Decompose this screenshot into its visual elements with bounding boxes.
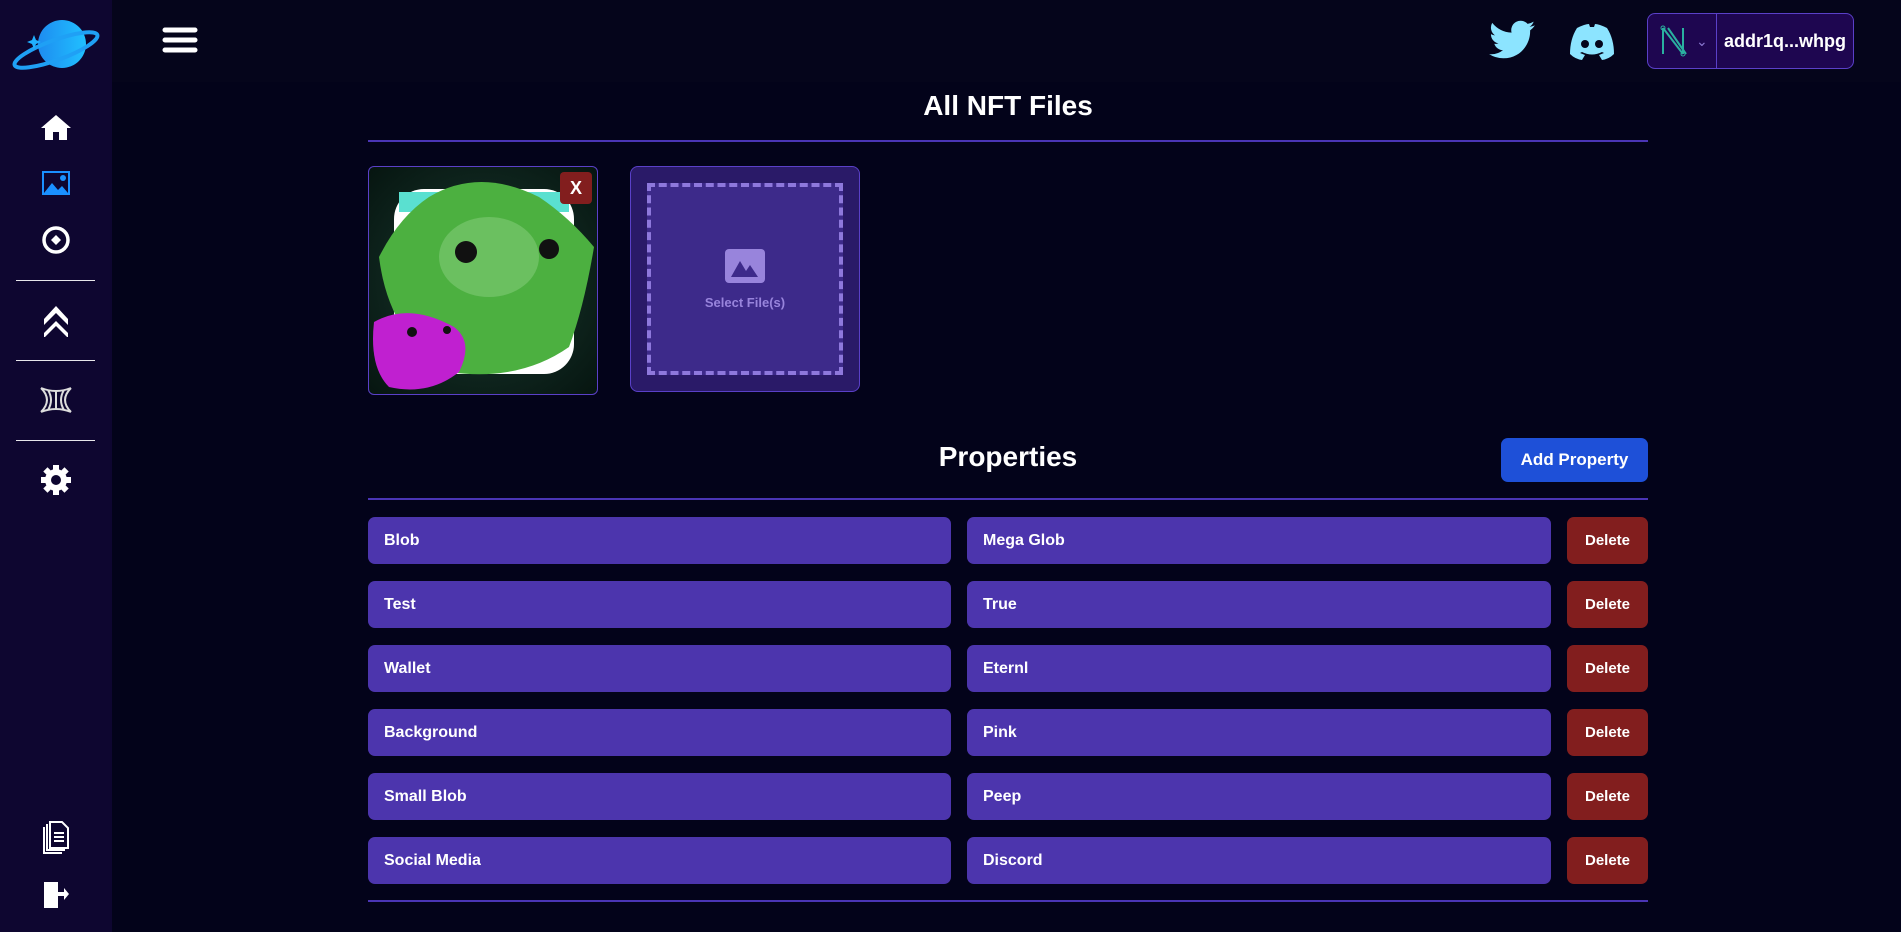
property-value-input[interactable]: True [967, 581, 1551, 628]
property-key-input[interactable]: Small Blob [368, 773, 951, 820]
sidebar-divider [16, 360, 95, 361]
wallet-selector[interactable]: ⌄ [1648, 14, 1717, 68]
delete-property-button[interactable]: Delete [1567, 709, 1648, 756]
sidebar [0, 0, 112, 932]
divider [368, 900, 1648, 902]
hamburger-menu-icon[interactable] [162, 26, 198, 54]
property-row: Background Pink Delete [368, 709, 1648, 756]
gear-icon[interactable] [36, 460, 76, 500]
divider [368, 140, 1648, 142]
delete-property-button[interactable]: Delete [1567, 581, 1648, 628]
property-value-input[interactable]: Discord [967, 837, 1551, 884]
add-property-button[interactable]: Add Property [1501, 438, 1648, 482]
compass-icon[interactable] [36, 220, 76, 260]
top-header: ⌄ addr1q...whpg [112, 0, 1901, 82]
property-key-input[interactable]: Wallet [368, 645, 951, 692]
property-key-input[interactable]: Social Media [368, 837, 951, 884]
logout-icon[interactable] [36, 875, 76, 915]
property-value-input[interactable]: Eternl [967, 645, 1551, 692]
image-icon[interactable] [36, 163, 76, 203]
property-row: Blob Mega Glob Delete [368, 517, 1648, 564]
delete-property-button[interactable]: Delete [1567, 837, 1648, 884]
property-key-input[interactable]: Blob [368, 517, 951, 564]
property-row: Social Media Discord Delete [368, 837, 1648, 884]
property-row: Wallet Eternl Delete [368, 645, 1648, 692]
property-row: Test True Delete [368, 581, 1648, 628]
nami-wallet-icon [1660, 25, 1687, 57]
delete-property-button[interactable]: Delete [1567, 645, 1648, 692]
select-files-dropzone[interactable]: Select File(s) [630, 166, 860, 392]
image-placeholder-icon [725, 248, 765, 283]
property-value-input[interactable]: Mega Glob [967, 517, 1551, 564]
select-files-label: Select File(s) [704, 294, 786, 310]
property-value-input[interactable]: Pink [967, 709, 1551, 756]
sidebar-divider [16, 440, 95, 441]
delete-property-button[interactable]: Delete [1567, 517, 1648, 564]
discord-icon[interactable] [1567, 22, 1617, 62]
property-row: Small Blob Peep Delete [368, 773, 1648, 820]
remove-file-button[interactable]: X [560, 172, 592, 204]
wormhole-icon[interactable] [36, 380, 76, 420]
divider [368, 498, 1648, 500]
documents-icon[interactable] [36, 818, 76, 858]
nft-file-thumbnail[interactable]: X [368, 166, 598, 395]
wallet-address: addr1q...whpg [1723, 30, 1846, 51]
delete-property-button[interactable]: Delete [1567, 773, 1648, 820]
double-chevron-up-icon[interactable] [36, 300, 76, 340]
property-value-input[interactable]: Peep [967, 773, 1551, 820]
wallet-button[interactable]: ⌄ addr1q...whpg [1647, 13, 1854, 69]
property-key-input[interactable]: Background [368, 709, 951, 756]
property-key-input[interactable]: Test [368, 581, 951, 628]
chevron-down-icon: ⌄ [1696, 32, 1708, 49]
planet-logo[interactable] [10, 18, 102, 74]
files-title: All NFT Files [923, 90, 1093, 121]
home-icon[interactable] [36, 107, 76, 147]
twitter-icon[interactable] [1487, 20, 1537, 62]
sidebar-divider [16, 280, 95, 281]
properties-title: Properties [938, 441, 1078, 472]
